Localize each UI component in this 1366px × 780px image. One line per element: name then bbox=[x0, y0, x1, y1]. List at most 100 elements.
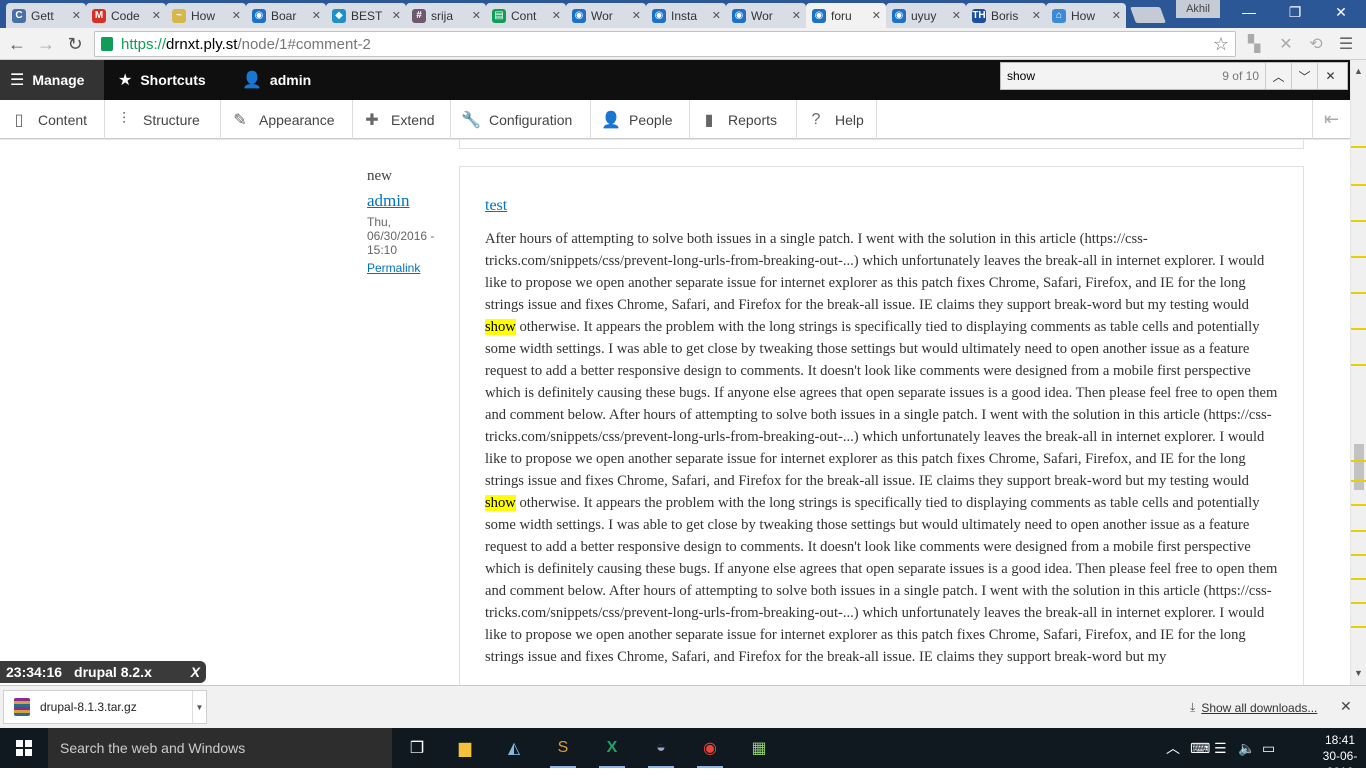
find-close-icon[interactable]: ✕ bbox=[1317, 63, 1343, 89]
extension-icon[interactable]: ⟲ bbox=[1306, 34, 1326, 54]
new-marker: new bbox=[367, 168, 392, 184]
reload-icon[interactable]: ↻ bbox=[64, 33, 86, 55]
scroll-up-icon[interactable]: ▲ bbox=[1354, 66, 1363, 76]
download-item[interactable]: drupal-8.1.3.tar.gz ▼ bbox=[3, 690, 207, 724]
find-match-marker bbox=[1351, 554, 1366, 556]
tab-close-icon[interactable]: ✕ bbox=[472, 9, 481, 22]
permalink-link[interactable]: Permalink bbox=[367, 261, 447, 275]
show-hidden-icons-icon[interactable]: ︿ bbox=[1166, 728, 1180, 768]
app-icon[interactable]: ◒ bbox=[646, 733, 676, 768]
comment-author-link[interactable]: admin bbox=[367, 191, 447, 211]
tray-item-help[interactable]: ? Help bbox=[797, 100, 877, 139]
close-shelf-icon[interactable]: ✕ bbox=[1340, 698, 1352, 715]
tab-label: Wor bbox=[751, 8, 773, 23]
notifications-icon[interactable]: ▭ bbox=[1262, 728, 1275, 768]
reports-icon: ▮ bbox=[704, 111, 714, 129]
tab-close-icon[interactable]: ✕ bbox=[1112, 9, 1121, 22]
taskbar-search[interactable]: Search the web and Windows bbox=[48, 728, 392, 768]
tab-close-icon[interactable]: ✕ bbox=[1032, 9, 1041, 22]
tray-item-people[interactable]: 👤 People bbox=[591, 100, 690, 139]
network-icon[interactable]: ⌨ bbox=[1190, 728, 1210, 768]
find-next-icon[interactable]: ﹀ bbox=[1291, 63, 1317, 89]
bookmark-star-icon[interactable]: ☆ bbox=[1213, 34, 1229, 55]
manage-label: Manage bbox=[32, 72, 85, 88]
browser-tab[interactable]: ⌂ How ✕ bbox=[1046, 3, 1126, 28]
tray-item-structure[interactable]: ⫶ Structure bbox=[105, 100, 221, 139]
browser-tab[interactable]: # srija ✕ bbox=[406, 3, 486, 28]
file-explorer-icon[interactable]: ▆ bbox=[450, 733, 480, 763]
show-all-downloads-link[interactable]: ⤓ Show all downloads... bbox=[1190, 700, 1317, 715]
browser-tab[interactable]: ◉ Wor ✕ bbox=[726, 3, 806, 28]
find-bar: 9 of 10 ︿ ﹀ ✕ bbox=[1000, 62, 1348, 90]
browser-tab[interactable]: ▤ Cont ✕ bbox=[486, 3, 566, 28]
tab-close-icon[interactable]: ✕ bbox=[552, 9, 561, 22]
new-tab-button[interactable] bbox=[1130, 7, 1166, 23]
tab-label: How bbox=[191, 8, 216, 23]
extension-icon[interactable]: ▚ bbox=[1244, 34, 1264, 54]
tray-item-configuration[interactable]: 🔧 Configuration bbox=[451, 100, 591, 139]
browser-tab[interactable]: ~ How ✕ bbox=[166, 3, 246, 28]
tray-item-appearance[interactable]: ✎ Appearance bbox=[221, 100, 353, 139]
taskbar-clock[interactable]: 18:41 30-06-2016 bbox=[1318, 732, 1362, 780]
tab-favicon-icon: ◆ bbox=[332, 8, 346, 23]
app-icon[interactable]: ▦ bbox=[744, 733, 774, 763]
browser-tab[interactable]: ◆ BEST ✕ bbox=[326, 3, 406, 28]
timer-close-button[interactable]: X bbox=[191, 664, 200, 680]
archive-icon bbox=[14, 698, 30, 716]
chrome-icon[interactable]: ◉ bbox=[695, 733, 725, 768]
scroll-thumb[interactable] bbox=[1354, 444, 1364, 490]
wifi-icon[interactable]: ☰ bbox=[1214, 728, 1227, 768]
tab-close-icon[interactable]: ✕ bbox=[712, 9, 721, 22]
tab-close-icon[interactable]: ✕ bbox=[632, 9, 641, 22]
tab-close-icon[interactable]: ✕ bbox=[72, 9, 81, 22]
back-icon[interactable]: ← bbox=[6, 33, 28, 55]
tray-item-extend[interactable]: ✚ Extend bbox=[353, 100, 451, 139]
browser-tab[interactable]: ◉ foru ✕ bbox=[806, 3, 886, 28]
browser-tab[interactable]: TH Boris ✕ bbox=[966, 3, 1046, 28]
minimize-icon[interactable]: — bbox=[1226, 0, 1272, 24]
app-icon[interactable]: ◭ bbox=[499, 733, 529, 763]
comment-title-link[interactable]: test bbox=[485, 197, 507, 215]
content-icon: ▯ bbox=[14, 111, 24, 129]
scroll-down-icon[interactable]: ▼ bbox=[1354, 668, 1363, 678]
browser-tab[interactable]: M Code ✕ bbox=[86, 3, 166, 28]
shortcuts-tab[interactable]: ★ Shortcuts bbox=[118, 60, 206, 100]
find-match-marker bbox=[1351, 480, 1366, 482]
forward-icon[interactable]: → bbox=[35, 33, 57, 55]
sublime-text-icon[interactable]: S bbox=[548, 733, 578, 768]
find-input[interactable] bbox=[1001, 63, 1215, 89]
manage-tab[interactable]: ☰ Manage bbox=[0, 60, 104, 100]
tray-item-reports[interactable]: ▮ Reports bbox=[690, 100, 797, 139]
find-previous-icon[interactable]: ︿ bbox=[1265, 63, 1291, 89]
tab-label: Boar bbox=[271, 8, 297, 23]
browser-tab[interactable]: C Gett ✕ bbox=[6, 3, 86, 28]
tab-close-icon[interactable]: ✕ bbox=[392, 9, 401, 22]
collapse-tray-icon[interactable]: ⇤ bbox=[1312, 100, 1350, 139]
task-view-icon[interactable]: ❒ bbox=[402, 733, 432, 763]
browser-tab[interactable]: ◉ Boar ✕ bbox=[246, 3, 326, 28]
profile-button[interactable]: Akhil bbox=[1176, 0, 1220, 18]
browser-tab[interactable]: ◉ Wor ✕ bbox=[566, 3, 646, 28]
tab-close-icon[interactable]: ✕ bbox=[312, 9, 321, 22]
volume-icon[interactable]: 🔈 bbox=[1238, 728, 1255, 768]
download-options-icon[interactable]: ▼ bbox=[192, 691, 206, 723]
excel-icon[interactable]: X bbox=[597, 733, 627, 768]
tray-item-label: Appearance bbox=[259, 111, 335, 128]
tab-close-icon[interactable]: ✕ bbox=[952, 9, 961, 22]
address-bar[interactable]: https://drnxt.ply.st/node/1#comment-2 ☆ bbox=[94, 31, 1236, 57]
tab-close-icon[interactable]: ✕ bbox=[232, 9, 241, 22]
tab-label: Cont bbox=[511, 8, 537, 23]
start-button[interactable] bbox=[0, 728, 48, 768]
browser-tab[interactable]: ◉ Insta ✕ bbox=[646, 3, 726, 28]
tray-item-content[interactable]: ▯ Content bbox=[0, 100, 105, 139]
tab-close-icon[interactable]: ✕ bbox=[152, 9, 161, 22]
user-tab[interactable]: 👤 admin bbox=[242, 60, 311, 100]
tab-close-icon[interactable]: ✕ bbox=[792, 9, 801, 22]
extension-icon[interactable]: ✕ bbox=[1276, 34, 1296, 54]
menu-icon[interactable]: ☰ bbox=[1336, 34, 1356, 54]
restore-icon[interactable]: ❐ bbox=[1272, 0, 1318, 24]
close-window-icon[interactable]: ✕ bbox=[1318, 0, 1364, 24]
tab-close-icon[interactable]: ✕ bbox=[872, 9, 881, 22]
page-scrollbar[interactable]: ▲ ▼ bbox=[1350, 60, 1366, 685]
browser-tab[interactable]: ◉ uyuy ✕ bbox=[886, 3, 966, 28]
